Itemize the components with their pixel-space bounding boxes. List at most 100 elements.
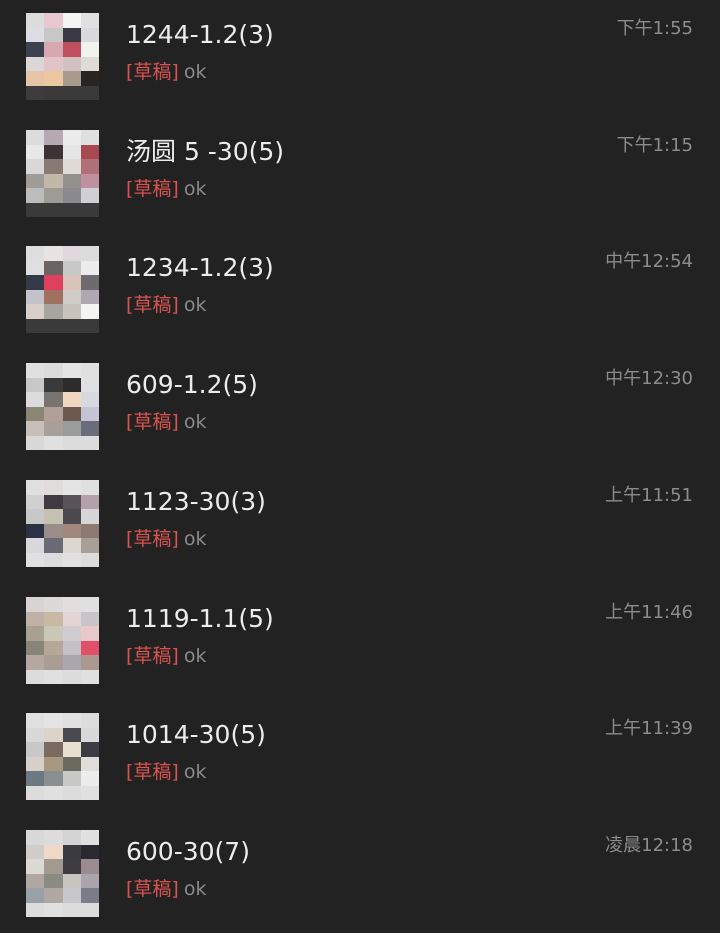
avatar-pixel	[44, 597, 64, 613]
avatar-pixel	[44, 640, 64, 656]
avatar[interactable]	[26, 713, 99, 800]
avatar-pixel	[26, 435, 45, 450]
avatar-pixel	[80, 377, 99, 393]
avatar[interactable]	[26, 246, 99, 333]
avatar-pixel	[62, 844, 82, 860]
chat-list-item[interactable]: 1014-30(5) [草稿] ok 上午11:39	[0, 700, 720, 816]
avatar-pixel	[44, 173, 64, 189]
avatar-pixel	[26, 902, 45, 917]
avatar-pixel	[62, 144, 82, 160]
avatar-pixel	[80, 202, 99, 217]
avatar-pixel	[80, 611, 99, 627]
preview-text: ok	[183, 61, 207, 83]
avatar-pixel	[26, 713, 45, 729]
avatar-pixel	[62, 246, 82, 262]
avatar-pixel	[62, 552, 82, 567]
avatar-pixel	[62, 494, 82, 510]
avatar-pixel	[80, 713, 99, 729]
avatar[interactable]	[26, 480, 99, 567]
chat-list-item[interactable]: 汤圆 5 -30(5) [草稿] ok 下午1:15	[0, 117, 720, 233]
avatar-pixel	[80, 771, 99, 787]
avatar-pixel	[26, 844, 45, 860]
avatar-pixel	[44, 377, 64, 393]
avatar-pixel	[26, 626, 45, 642]
avatar-pixel	[80, 844, 99, 860]
chat-list-item[interactable]: 1244-1.2(3) [草稿] ok 下午1:55	[0, 0, 720, 116]
avatar-pixel	[44, 538, 64, 554]
avatar-pixel	[62, 830, 82, 846]
avatar-pixel	[44, 260, 64, 276]
avatar-pixel	[26, 655, 45, 671]
avatar-pixel	[80, 27, 99, 43]
avatar-pixel	[26, 56, 45, 72]
avatar[interactable]	[26, 130, 99, 217]
preview-text: ok	[183, 294, 207, 316]
avatar-pixel	[62, 304, 82, 320]
draft-tag: [草稿]	[126, 294, 179, 316]
avatar-pixel	[44, 304, 64, 320]
avatar-pixel	[62, 727, 82, 743]
avatar-pixel	[44, 144, 64, 160]
avatar-pixel	[44, 611, 64, 627]
avatar-pixel	[62, 27, 82, 43]
chat-timestamp: 中午12:30	[605, 368, 693, 389]
chat-preview: [草稿] ok	[126, 877, 206, 901]
avatar[interactable]	[26, 597, 99, 684]
avatar-pixel	[44, 830, 64, 846]
preview-text: ok	[183, 761, 207, 783]
avatar-pixel	[80, 130, 99, 146]
avatar-pixel	[44, 130, 64, 146]
chat-list-item[interactable]: 609-1.2(5) [草稿] ok 中午12:30	[0, 350, 720, 466]
chat-timestamp: 下午1:55	[616, 18, 693, 39]
avatar-pixel	[62, 159, 82, 175]
avatar[interactable]	[26, 830, 99, 917]
avatar-pixel	[62, 377, 82, 393]
avatar-pixel	[62, 509, 82, 525]
chat-list-item[interactable]: 1119-1.1(5) [草稿] ok 上午11:46	[0, 584, 720, 700]
avatar-pixel	[44, 494, 64, 510]
avatar-pixel	[44, 655, 64, 671]
avatar-pixel	[44, 363, 64, 379]
avatar-pixel	[62, 523, 82, 539]
avatar-pixel	[62, 56, 82, 72]
avatar-pixel	[80, 480, 99, 496]
avatar-pixel	[62, 640, 82, 656]
chat-timestamp: 凌晨12:18	[605, 835, 693, 856]
draft-tag: [草稿]	[126, 178, 179, 200]
avatar-pixel	[26, 756, 45, 772]
avatar-pixel	[44, 71, 64, 87]
avatar-pixel	[26, 71, 45, 87]
avatar-pixel	[62, 173, 82, 189]
avatar-pixel	[26, 42, 45, 58]
avatar-pixel	[26, 538, 45, 554]
avatar[interactable]	[26, 13, 99, 100]
avatar-pixel	[80, 669, 99, 684]
avatar-pixel	[44, 902, 64, 917]
avatar-pixel	[62, 71, 82, 87]
avatar-pixel	[26, 289, 45, 305]
avatar-pixel	[80, 626, 99, 642]
avatar-pixel	[44, 159, 64, 175]
avatar-pixel	[44, 626, 64, 642]
avatar-pixel	[26, 888, 45, 904]
chat-timestamp: 上午11:46	[605, 602, 693, 623]
avatar-pixel	[44, 742, 64, 758]
avatar-pixel	[80, 304, 99, 320]
avatar-pixel	[44, 713, 64, 729]
chat-list-item[interactable]: 1123-30(3) [草稿] ok 上午11:51	[0, 467, 720, 583]
avatar[interactable]	[26, 363, 99, 450]
avatar-pixel	[44, 523, 64, 539]
avatar-pixel	[44, 318, 64, 333]
avatar-pixel	[26, 727, 45, 743]
chat-list-item[interactable]: 1234-1.2(3) [草稿] ok 中午12:54	[0, 233, 720, 349]
chat-preview: [草稿] ok	[126, 60, 206, 84]
chat-list-item[interactable]: 600-30(7) [草稿] ok 凌晨12:18	[0, 817, 720, 933]
avatar-pixel	[62, 756, 82, 772]
avatar-pixel	[26, 85, 45, 100]
avatar-pixel	[44, 188, 64, 204]
avatar-pixel	[26, 377, 45, 393]
chat-preview: [草稿] ok	[126, 293, 206, 317]
avatar-pixel	[26, 830, 45, 846]
chat-title: 1244-1.2(3)	[126, 20, 274, 49]
avatar-pixel	[80, 756, 99, 772]
